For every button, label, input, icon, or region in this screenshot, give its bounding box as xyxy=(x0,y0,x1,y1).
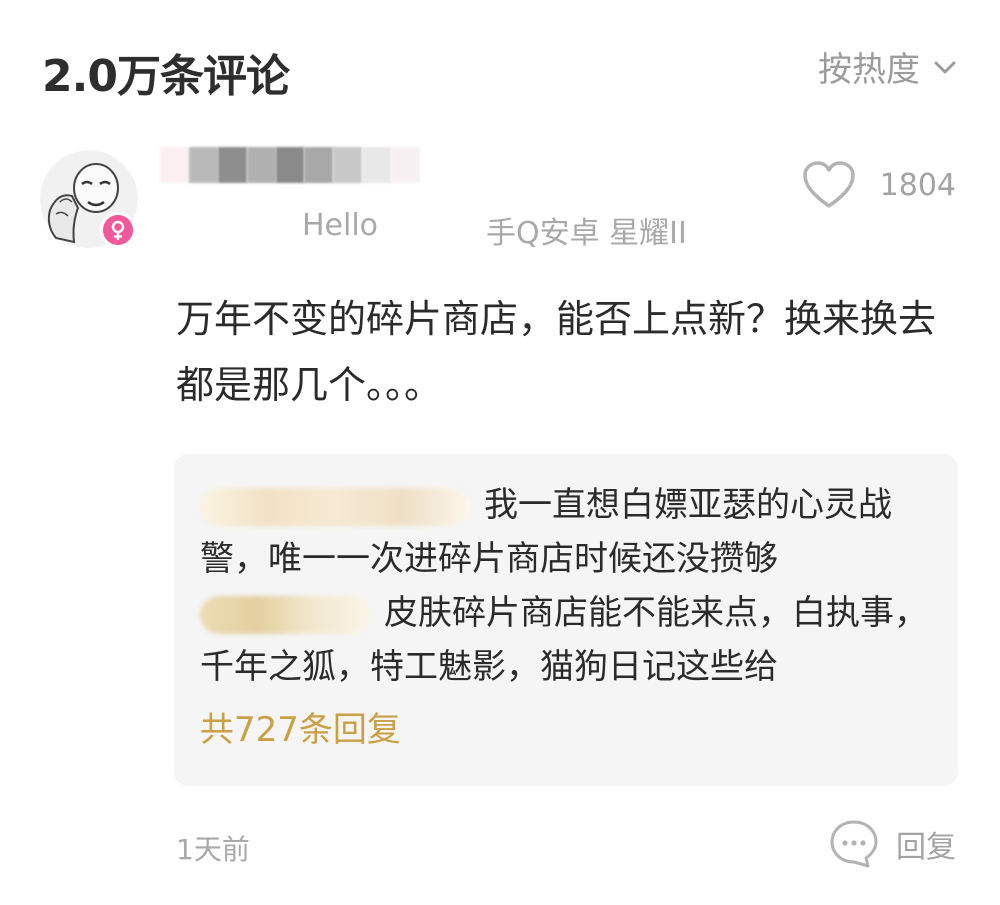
reply-list: 我一直想白嫖亚瑟的心灵战警，唯一一次进碎片商店时候还没攒够 皮肤碎片商店能不能来… xyxy=(200,478,940,694)
reply-username-blurred[interactable] xyxy=(200,595,370,634)
user-device-rank: 手Q安卓 星耀II xyxy=(486,216,687,251)
heart-icon xyxy=(802,161,855,208)
username-blurred[interactable] xyxy=(160,145,421,191)
comments-count-title: 2.0万条评论 xyxy=(42,51,290,102)
female-icon xyxy=(111,220,125,240)
sort-label: 按热度 xyxy=(818,50,920,90)
view-all-replies-link[interactable]: 共727条回复 xyxy=(200,702,401,751)
user-meta-hello: Hello xyxy=(302,208,379,243)
reply-button[interactable]: 回复 xyxy=(828,818,956,870)
chevron-down-icon xyxy=(934,61,956,73)
reply-label: 回复 xyxy=(896,830,956,865)
reply-item[interactable]: 皮肤碎片商店能不能来点，白执事，千年之狐，特工魅影，猫狗日记这些给 xyxy=(200,586,940,694)
reply-username-blurred[interactable] xyxy=(200,487,470,526)
comment-text: 万年不变的碎片商店，能否上点新？换来换去都是那几个。。。 xyxy=(176,297,937,407)
like-button[interactable]: 1804 xyxy=(802,160,956,210)
comment-timestamp: 1天前 xyxy=(176,833,250,866)
chat-bubble-icon xyxy=(830,820,878,868)
reply-item[interactable]: 我一直想白嫖亚瑟的心灵战警，唯一一次进碎片商店时候还没攒够 xyxy=(200,478,940,586)
like-count: 1804 xyxy=(879,167,956,203)
female-gender-badge xyxy=(100,212,136,248)
sort-by-hot-dropdown[interactable]: 按热度 xyxy=(818,42,960,91)
